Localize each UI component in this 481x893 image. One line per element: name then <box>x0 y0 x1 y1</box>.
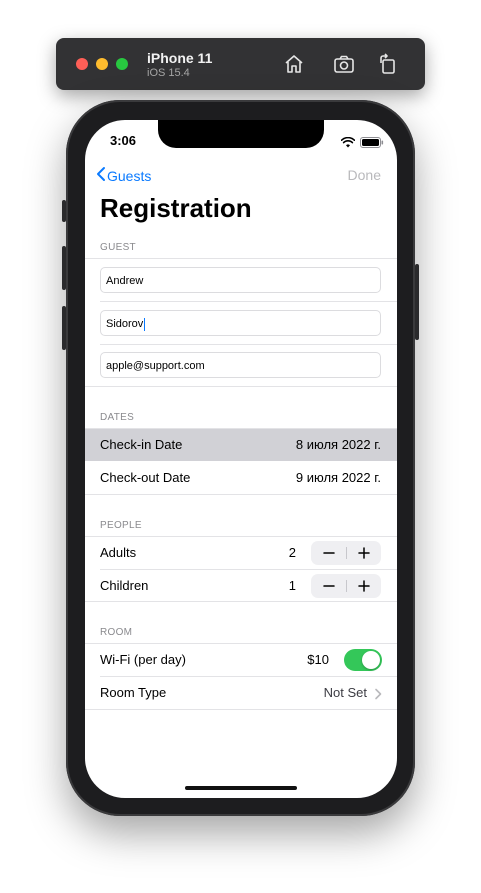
text-cursor <box>144 317 146 331</box>
simulator-toolbar: iPhone 11 iOS 15.4 <box>56 38 425 90</box>
check-in-value: 8 июля 2022 г. <box>295 437 381 452</box>
minus-icon <box>322 552 335 554</box>
adults-row: Adults 2 <box>85 537 397 569</box>
wifi-icon <box>340 135 356 153</box>
power-button <box>415 264 419 340</box>
adults-label: Adults <box>100 545 137 560</box>
section-header-room: ROOM <box>100 627 133 638</box>
status-time: 3:06 <box>110 133 137 148</box>
divider <box>85 494 397 495</box>
close-window-button[interactable] <box>76 58 88 70</box>
mute-switch <box>62 200 66 222</box>
toggle-knob <box>362 651 380 669</box>
check-out-value: 9 июля 2022 г. <box>295 470 381 485</box>
section-header-people: PEOPLE <box>100 520 142 531</box>
children-decrement-button[interactable] <box>311 574 346 598</box>
zoom-window-button[interactable] <box>116 58 128 70</box>
section-header-dates: DATES <box>100 412 135 423</box>
children-increment-button[interactable] <box>346 574 381 598</box>
check-out-label: Check-out Date <box>100 470 191 485</box>
volume-down-button <box>62 306 66 350</box>
room-type-label: Room Type <box>100 685 167 700</box>
room-type-value: Not Set <box>323 685 367 700</box>
plus-icon <box>357 580 370 592</box>
divider <box>100 344 397 345</box>
home-indicator <box>185 786 297 790</box>
chevron-right-icon <box>374 687 382 705</box>
back-button-label: Guests <box>107 167 152 184</box>
first-name-field[interactable]: Andrew <box>100 267 381 293</box>
back-button[interactable]: Guests <box>95 166 151 185</box>
last-name-value: Sidorov <box>106 318 144 330</box>
home-icon[interactable] <box>282 52 306 76</box>
device-name: iPhone 11 <box>147 50 213 66</box>
email-field[interactable]: apple@support.com <box>100 352 381 378</box>
room-type-row[interactable]: Room Type Not Set <box>85 677 397 709</box>
page-title: Registration <box>100 193 252 223</box>
check-in-label: Check-in Date <box>100 437 183 452</box>
os-version: iOS 15.4 <box>147 67 190 79</box>
adults-decrement-button[interactable] <box>311 541 346 565</box>
children-count: 1 <box>288 578 296 593</box>
last-name-field[interactable]: Sidorov <box>100 310 381 336</box>
wifi-toggle[interactable] <box>344 649 382 671</box>
divider <box>85 258 397 259</box>
wifi-price: $10 <box>307 652 329 667</box>
divider <box>85 709 397 710</box>
plus-icon <box>357 547 370 559</box>
minus-icon <box>322 585 335 587</box>
battery-icon <box>360 135 384 153</box>
phone-screen: 3:06 Guests Done Registration GUEST Andr… <box>85 120 397 798</box>
wifi-row: Wi-Fi (per day) $10 <box>85 644 397 676</box>
check-in-date-row[interactable]: Check-in Date 8 июля 2022 г. <box>85 429 397 461</box>
volume-up-button <box>62 246 66 290</box>
check-out-date-row[interactable]: Check-out Date 9 июля 2022 г. <box>85 462 397 494</box>
status-icons <box>340 135 384 153</box>
chevron-left-icon <box>95 166 107 185</box>
notch <box>158 120 324 148</box>
divider <box>85 601 397 602</box>
divider <box>100 301 397 302</box>
section-header-guest: GUEST <box>100 242 136 253</box>
adults-count: 2 <box>288 545 296 560</box>
children-row: Children 1 <box>85 570 397 602</box>
adults-increment-button[interactable] <box>346 541 381 565</box>
children-stepper <box>311 574 381 598</box>
wifi-label: Wi-Fi (per day) <box>100 652 186 667</box>
screenshot-icon[interactable] <box>332 52 356 76</box>
rotate-icon[interactable] <box>376 52 400 76</box>
divider <box>85 386 397 387</box>
children-label: Children <box>100 578 149 593</box>
adults-stepper <box>311 541 381 565</box>
done-button[interactable]: Done <box>348 167 381 183</box>
minimize-window-button[interactable] <box>96 58 108 70</box>
